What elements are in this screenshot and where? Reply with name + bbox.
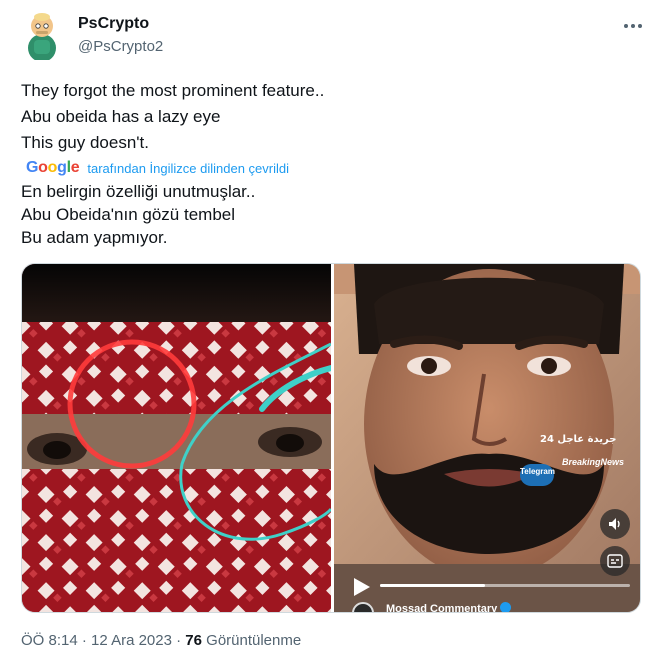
views-count[interactable]: 76: [185, 632, 202, 649]
watermark-breaking-news: BreakingNews: [562, 457, 625, 467]
speaker-icon[interactable]: [600, 509, 630, 539]
translated-text: En belirgin özelliği unutmuşlar.. Abu Ob…: [21, 180, 631, 249]
tweet-line: This guy doesn't.: [21, 133, 149, 152]
tweet-date[interactable]: 12 Ara 2023: [91, 632, 172, 649]
author-handle[interactable]: @PsCrypto2: [78, 38, 163, 55]
channel-name: Mossad Commentary: [386, 602, 512, 612]
tweet-card: PsCrypto @PsCrypto2 They forgot the most…: [0, 0, 650, 660]
media-video[interactable]: جريدة عاجل 24 BreakingNews Telegram Moss…: [21, 263, 641, 613]
tweet-meta: ÖÖ 8:14 · 12 Ara 2023 · 76 Görüntülenme: [21, 632, 301, 649]
verified-badge-icon: [500, 602, 512, 612]
translation-notice[interactable]: Google tarafından İngilizce dilinden çev…: [26, 157, 289, 179]
left-image: [22, 264, 331, 612]
video-progress-fill: [380, 584, 485, 587]
play-icon[interactable]: [348, 574, 374, 600]
cartoon-avatar-icon[interactable]: [22, 10, 62, 62]
translated-line: Abu Obeida'nın gözü tembel: [21, 205, 236, 224]
tweet-time[interactable]: ÖÖ 8:14: [21, 632, 78, 649]
captions-icon[interactable]: [600, 546, 630, 576]
watermark-arabic: جريدة عاجل 24: [540, 434, 617, 445]
translation-notice-text[interactable]: tarafından İngilizce dilinden çevrildi: [87, 161, 289, 176]
google-logo: Google: [26, 159, 80, 176]
tweet-line: They forgot the most prominent feature..: [21, 81, 325, 100]
translated-line: En belirgin özelliği unutmuşlar..: [21, 182, 256, 201]
watermark-telegram: Telegram: [520, 467, 555, 476]
video-progress-bar[interactable]: [380, 584, 630, 587]
tweet-line: Abu obeida has a lazy eye: [21, 107, 221, 126]
meta-separator: ·: [77, 632, 92, 649]
meta-separator: ·: [171, 632, 186, 649]
views-label[interactable]: Görüntülenme: [202, 632, 301, 649]
author-name[interactable]: PsCrypto: [78, 15, 149, 33]
more-options-icon[interactable]: [620, 12, 646, 38]
tweet-text: They forgot the most prominent feature..…: [21, 78, 631, 156]
translated-line: Bu adam yapmıyor.: [21, 228, 168, 247]
